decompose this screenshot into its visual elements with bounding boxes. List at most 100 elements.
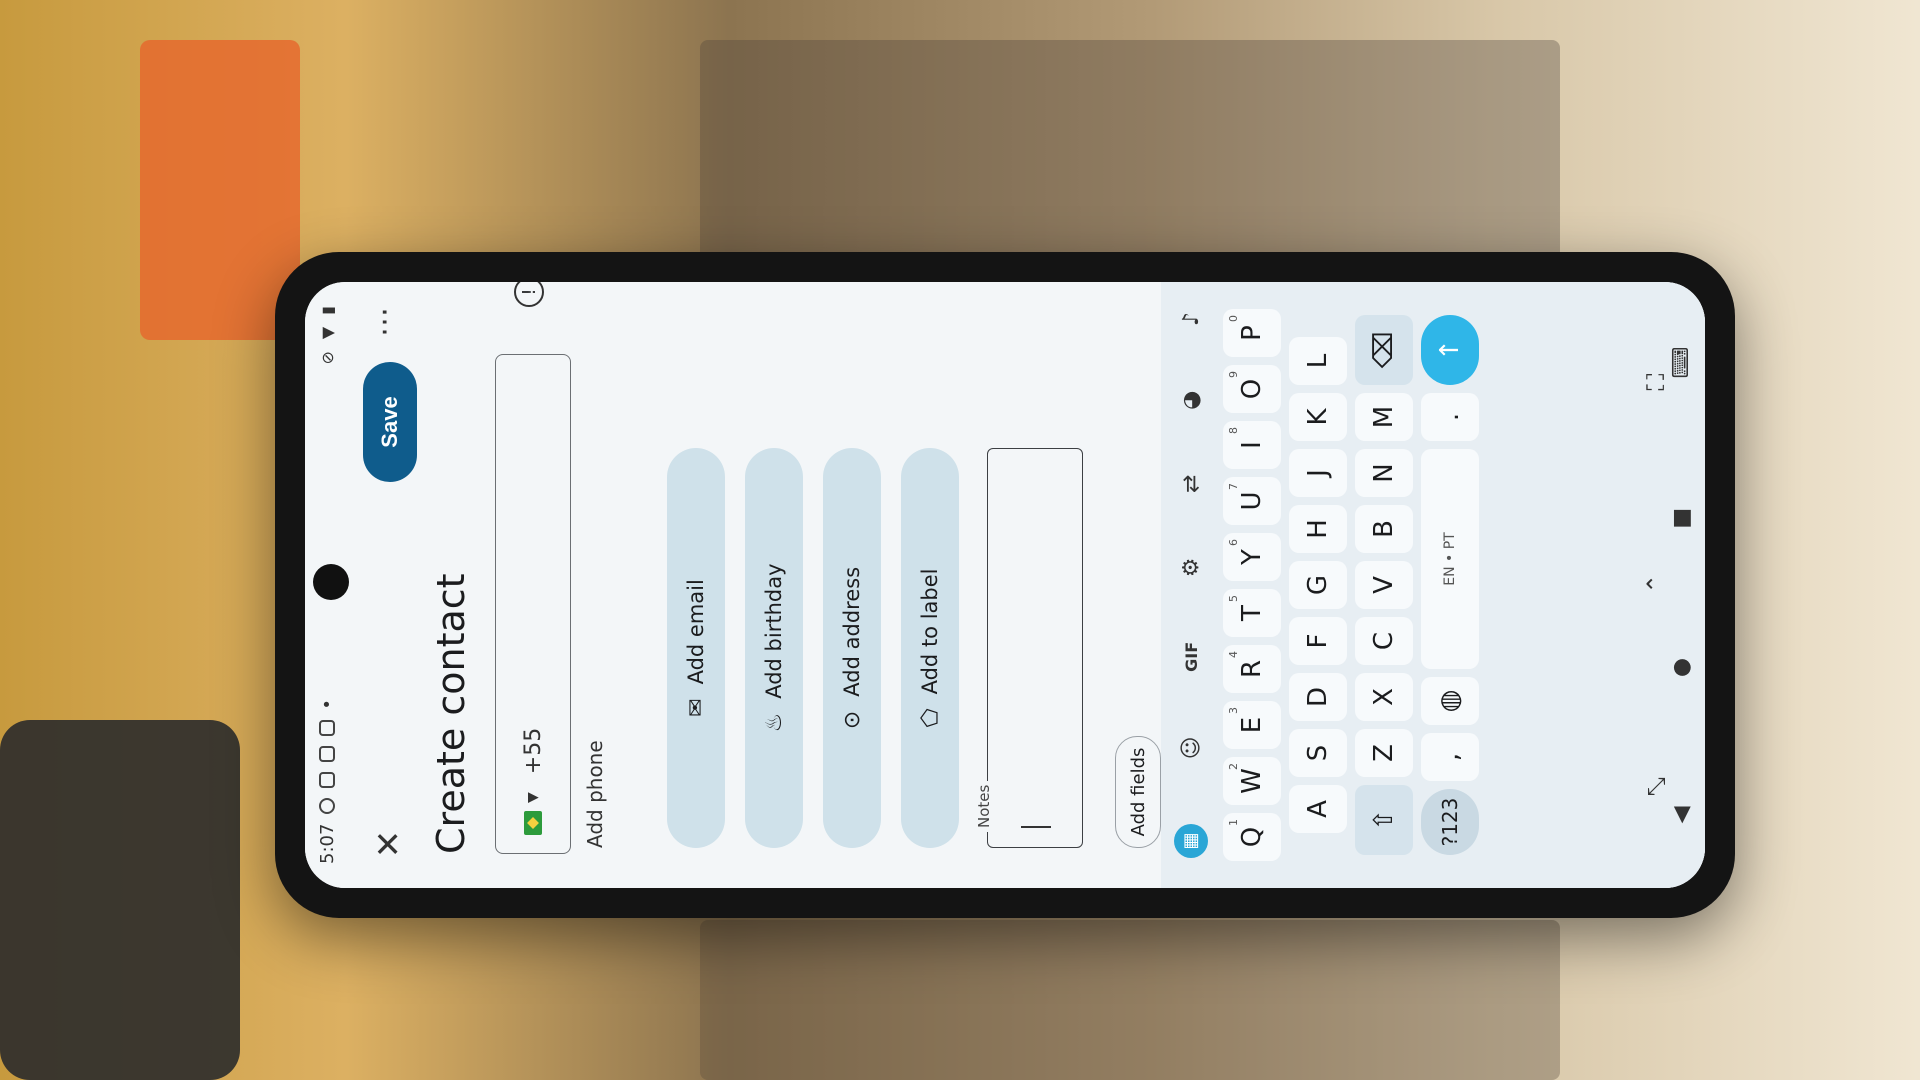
mic-icon[interactable]: ♪ [1179, 312, 1204, 326]
key-hint: 1 [1227, 819, 1240, 826]
key-d[interactable]: D [1289, 673, 1347, 721]
key-q[interactable]: Q1 [1223, 813, 1281, 861]
key-t[interactable]: T5 [1223, 589, 1281, 637]
chip-label: Add birthday [762, 563, 786, 699]
key-hint: 3 [1227, 707, 1240, 714]
phone-field[interactable]: ▼ +55 ! [495, 282, 571, 854]
key-b[interactable]: B [1355, 505, 1413, 553]
key-n[interactable]: N [1355, 449, 1413, 497]
chip-label: Add address [840, 566, 864, 697]
key-w[interactable]: W2 [1223, 757, 1281, 805]
key-hint: 4 [1227, 651, 1240, 658]
text-cursor [1021, 826, 1051, 828]
dot-icon: • [316, 698, 338, 710]
symbols-key[interactable]: ?123 [1421, 789, 1479, 855]
key-y[interactable]: Y6 [1223, 533, 1281, 581]
shift-key[interactable]: ⇧ [1355, 785, 1413, 855]
close-icon[interactable]: ✕ [365, 820, 413, 868]
gear-icon[interactable]: ⚙ [1179, 558, 1204, 578]
app-icon [319, 719, 335, 736]
location-pin-icon: ⊙ [839, 710, 865, 730]
add-to-label-button[interactable]: ⬠ Add to label [901, 448, 959, 848]
comma-key[interactable]: , [1421, 733, 1479, 781]
key-hint: 7 [1227, 483, 1240, 490]
translate-icon[interactable]: ⇄ [1179, 475, 1204, 493]
page-title: Create contact [429, 573, 473, 854]
phone-screen: 5:07 • ⊘ ▼ ▮ ✕ Save ⋯ Create contact ▼ +… [305, 282, 1705, 888]
palette-icon[interactable]: ◕ [1179, 391, 1204, 410]
enter-key[interactable]: ↑ [1421, 315, 1479, 385]
key-row-4: ?123 , ◍ EN • PT . ↑ [1421, 282, 1479, 888]
key-i[interactable]: I8 [1223, 421, 1281, 469]
key-s[interactable]: S [1289, 729, 1347, 777]
home-icon[interactable]: ● [1669, 658, 1694, 677]
add-birthday-button[interactable]: ♨ Add birthday [745, 448, 803, 848]
key-f[interactable]: F [1289, 617, 1347, 665]
email-icon: ✉ [683, 698, 709, 717]
key-l[interactable]: L [1289, 337, 1347, 385]
app-bar: ✕ Save ⋯ [359, 282, 419, 888]
chevron-down-icon[interactable]: ▼ [525, 792, 541, 803]
chip-label: Add to label [918, 568, 942, 695]
back-icon[interactable]: ◀ [1669, 806, 1694, 823]
phone-device: 5:07 • ⊘ ▼ ▮ ✕ Save ⋯ Create contact ▼ +… [275, 252, 1735, 918]
key-o[interactable]: O9 [1223, 365, 1281, 413]
no-signal-icon: ⊘ [317, 351, 337, 365]
clipboard-icon [319, 745, 335, 762]
key-p[interactable]: P0 [1223, 309, 1281, 357]
whatsapp-icon [319, 797, 335, 814]
space-key[interactable]: EN • PT [1421, 449, 1479, 669]
key-hint: 9 [1227, 371, 1240, 378]
gif-icon[interactable]: GIF [1182, 642, 1201, 672]
period-key[interactable]: . [1421, 393, 1479, 441]
add-address-button[interactable]: ⊙ Add address [823, 448, 881, 848]
notification-icon [319, 771, 335, 788]
battery-icon: ▮ [317, 306, 337, 315]
key-row-1: Q1 W2 E3 R4 T5 Y6 U7 I8 O9 P0 [1223, 282, 1281, 888]
key-m[interactable]: M [1355, 393, 1413, 441]
add-phone-helper: Add phone [583, 740, 607, 848]
cake-icon: ♨ [761, 712, 787, 733]
key-hint: 6 [1227, 539, 1240, 546]
globe-icon[interactable]: ◍ [1421, 677, 1479, 725]
key-g[interactable]: G [1289, 561, 1347, 609]
add-email-button[interactable]: ✉ Add email [667, 448, 725, 848]
key-hint: 0 [1227, 315, 1240, 322]
background-doorway [700, 40, 1560, 260]
key-c[interactable]: C [1355, 617, 1413, 665]
key-j[interactable]: J [1289, 449, 1347, 497]
info-icon[interactable]: ! [514, 282, 544, 307]
key-a[interactable]: A [1289, 785, 1347, 833]
key-h[interactable]: H [1289, 505, 1347, 553]
sticker-icon[interactable]: ☺ [1179, 736, 1204, 759]
key-z[interactable]: Z [1355, 729, 1413, 777]
status-time: 5:07 [316, 823, 338, 864]
recents-icon[interactable]: ■ [1669, 508, 1694, 529]
key-row-2: ASDFGHJKL [1289, 282, 1347, 888]
label-icon: ⬠ [917, 708, 943, 728]
brazil-flag-icon[interactable] [524, 811, 542, 835]
background-floor [700, 920, 1560, 1080]
front-camera [313, 564, 349, 600]
keyboard: ▦ ☺ GIF ⚙ ⇄ ◕ ♪ Q1 W2 E3 R4 T5 Y6 U7 I8 O9 P0 ASD… [1161, 282, 1705, 888]
notes-label: Notes [975, 780, 993, 832]
country-code: +55 [520, 727, 546, 775]
key-x[interactable]: X [1355, 673, 1413, 721]
apps-icon[interactable]: ▦ [1174, 824, 1208, 858]
backspace-icon[interactable]: ⌫ [1355, 315, 1413, 385]
notes-field[interactable] [987, 448, 1083, 848]
add-fields-button[interactable]: Add fields [1115, 736, 1161, 848]
keyboard-toolbar: ▦ ☺ GIF ⚙ ⇄ ◕ ♪ [1167, 282, 1215, 888]
chip-label: Add email [684, 579, 708, 685]
key-hint: 8 [1227, 427, 1240, 434]
key-e[interactable]: E3 [1223, 701, 1281, 749]
navigation-bar: ◀ ● ■ ⌨ [1657, 282, 1705, 888]
more-icon[interactable]: ⋯ [365, 298, 413, 346]
key-hint: 2 [1227, 763, 1240, 770]
key-k[interactable]: K [1289, 393, 1347, 441]
key-r[interactable]: R4 [1223, 645, 1281, 693]
key-v[interactable]: V [1355, 561, 1413, 609]
keyboard-switch-icon[interactable]: ⌨ [1669, 347, 1694, 379]
key-u[interactable]: U7 [1223, 477, 1281, 525]
save-button[interactable]: Save [363, 362, 417, 482]
